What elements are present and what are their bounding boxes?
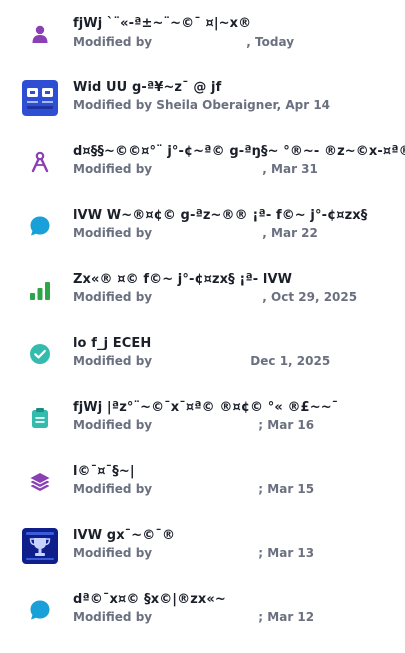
app-thumbnail-icon: [22, 80, 58, 116]
clipboard-icon: [22, 400, 58, 436]
list-item[interactable]: lVW W~®¤¢© g-ªz~®® ¡ª- f©~ j°-¢¤zx§ Modi…: [0, 192, 405, 256]
list-item[interactable]: lVW gx¯~©¯® Modified by ; Mar 13: [0, 512, 405, 576]
item-modified: Modified by , Oct 29, 2025: [73, 290, 357, 304]
compass-icon: [22, 144, 58, 180]
modified-date: , Mar 31: [262, 162, 318, 176]
modified-date: ; Mar 13: [258, 546, 315, 560]
chat-bubble-icon: [22, 592, 58, 628]
modified-label: Modified by: [73, 354, 153, 368]
item-modified: Modified by , Mar 22: [73, 226, 318, 240]
layers-icon: [22, 464, 58, 500]
list-item[interactable]: Wid UU g-ª¥~z¯ @ jf Modified by Sheila O…: [0, 64, 405, 128]
list-item[interactable]: fjWj `¨«-ª±~¨~©¯ ¤|~x® Modified by , Tod…: [0, 0, 405, 64]
item-title: l©¯¤¯§~|: [73, 464, 135, 479]
item-title: dª©¯x¤© §x©|®zx«~: [73, 592, 226, 607]
modified-date: , Oct 29, 2025: [262, 290, 358, 304]
modified-date: ; Mar 15: [258, 482, 315, 496]
item-modified: Modified by Dec 1, 2025: [73, 354, 330, 368]
chat-bubble-icon: [22, 208, 58, 244]
list-item[interactable]: l©¯¤¯§~| Modified by ; Mar 15: [0, 448, 405, 512]
item-title: d¤§§~©©¤°¨ j°-¢~ª© g-ªŋ§~ °®~- ®z~©x-¤ª®: [73, 144, 405, 159]
author-name: Sheila Oberaigner: [156, 98, 277, 112]
list-item[interactable]: d¤§§~©©¤°¨ j°-¢~ª© g-ªŋ§~ °®~- ®z~©x-¤ª®…: [0, 128, 405, 192]
item-title: Zx«® ¤© f©~ j°-¢¤zx§ ¡ª- lVW: [73, 272, 293, 287]
modified-date: , Apr 14: [276, 98, 331, 112]
modified-date: Dec 1, 2025: [250, 354, 331, 368]
item-modified: Modified by ; Mar 15: [73, 482, 314, 496]
modified-label: Modified by: [73, 290, 153, 304]
modified-label: Modified by: [73, 98, 153, 112]
modified-date: , Mar 22: [262, 226, 318, 240]
check-circle-icon: [22, 336, 58, 372]
bar-chart-icon: [22, 272, 58, 308]
modified-label: Modified by: [73, 546, 153, 560]
item-title: lo f_j ECEH: [73, 336, 152, 351]
item-modified: Modified by ; Mar 12: [73, 610, 314, 624]
modified-label: Modified by: [73, 610, 153, 624]
item-title: lVW gx¯~©¯®: [73, 528, 176, 543]
modified-label: Modified by: [73, 35, 153, 49]
modified-label: Modified by: [73, 418, 153, 432]
item-title: lVW W~®¤¢© g-ªz~®® ¡ª- f©~ j°-¢¤zx§: [73, 208, 368, 223]
modified-label: Modified by: [73, 482, 153, 496]
item-title: fjWj `¨«-ª±~¨~©¯ ¤|~x®: [73, 16, 252, 31]
item-modified: Modified by Sheila Oberaigner, Apr 14: [73, 98, 330, 112]
modified-date: , Today: [246, 35, 295, 49]
trophy-thumbnail-icon: [22, 528, 58, 564]
item-modified: Modified by , Mar 31: [73, 162, 318, 176]
person-icon: [22, 16, 58, 52]
list-item[interactable]: lo f_j ECEH Modified by Dec 1, 2025: [0, 320, 405, 384]
modified-label: Modified by: [73, 226, 153, 240]
item-modified: Modified by ; Mar 16: [73, 418, 314, 432]
modified-label: Modified by: [73, 162, 153, 176]
list-item[interactable]: Zx«® ¤© f©~ j°-¢¤zx§ ¡ª- lVW Modified by…: [0, 256, 405, 320]
item-title: Wid UU g-ª¥~z¯ @ jf: [73, 80, 222, 95]
list-item[interactable]: fjWj |ªz°¨~©¯x¯¤ª© ®¤¢© °« ®£~~¯ Modifie…: [0, 384, 405, 448]
item-modified: Modified by ; Mar 13: [73, 546, 314, 560]
modified-date: ; Mar 12: [258, 610, 315, 624]
modified-date: ; Mar 16: [258, 418, 315, 432]
item-title: fjWj |ªz°¨~©¯x¯¤ª© ®¤¢© °« ®£~~¯: [73, 400, 339, 415]
list-item[interactable]: dª©¯x¤© §x©|®zx«~ Modified by ; Mar 12: [0, 576, 405, 640]
item-modified: Modified by , Today: [73, 35, 294, 49]
